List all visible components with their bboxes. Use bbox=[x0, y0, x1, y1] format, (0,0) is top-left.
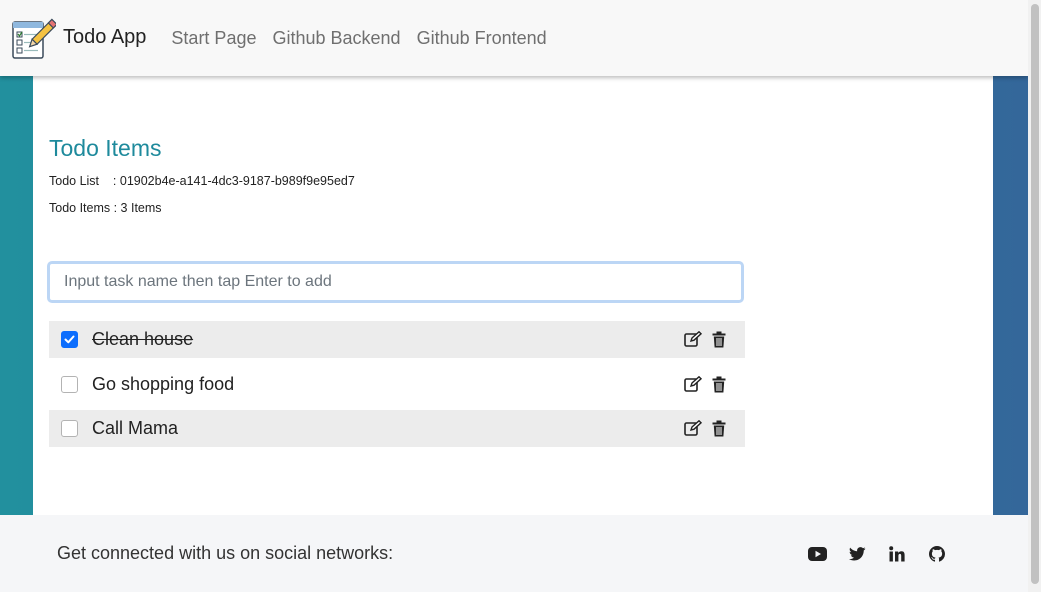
nav-links: Start Page Github Backend Github Fronten… bbox=[171, 28, 562, 49]
github-icon[interactable] bbox=[926, 543, 948, 565]
todo-items-count: Todo Items : 3 Items bbox=[49, 201, 162, 215]
linkedin-icon[interactable] bbox=[886, 543, 908, 565]
trash-icon[interactable] bbox=[709, 330, 729, 350]
edit-icon[interactable] bbox=[683, 374, 703, 394]
page-scrollbar[interactable] bbox=[1028, 0, 1041, 592]
todo-actions bbox=[677, 321, 729, 358]
edit-icon[interactable] bbox=[683, 330, 703, 350]
todo-item: Go shopping food bbox=[49, 365, 745, 403]
todo-item-text: Call Mama bbox=[92, 418, 179, 438]
todo-list-id: Todo List : 01902b4e-a141-4dc3-9187-b989… bbox=[49, 174, 355, 188]
todo-actions bbox=[677, 410, 729, 447]
todo-notepad-pencil-icon bbox=[10, 15, 58, 61]
todo-item: Clean house bbox=[49, 321, 745, 358]
todo-checkbox[interactable] bbox=[61, 375, 78, 393]
todo-checkbox[interactable] bbox=[61, 420, 78, 437]
main-content: Todo Items Todo List : 01902b4e-a141-4dc… bbox=[33, 76, 993, 515]
nav-link-start-page[interactable]: Start Page bbox=[171, 28, 256, 49]
task-name-input[interactable] bbox=[47, 261, 744, 303]
brand[interactable]: Todo App bbox=[10, 15, 146, 61]
youtube-icon[interactable] bbox=[806, 543, 828, 565]
scrollbar-thumb[interactable] bbox=[1031, 4, 1039, 584]
trash-icon[interactable] bbox=[709, 419, 729, 439]
social-links bbox=[806, 515, 966, 592]
brand-name: Todo App bbox=[63, 25, 147, 48]
todo-item: Call Mama bbox=[49, 410, 745, 447]
todo-checkbox[interactable] bbox=[61, 331, 78, 348]
footer-text: Get connected with us on social networks… bbox=[57, 543, 394, 563]
nav-link-github-frontend[interactable]: Github Frontend bbox=[417, 28, 547, 49]
todo-item-text: Go shopping food bbox=[92, 373, 235, 394]
navbar: Todo App Start Page Github Backend Githu… bbox=[0, 0, 1028, 76]
todo-list: Clean house Go shopping food Call Mama bbox=[49, 321, 745, 454]
nav-link-github-backend[interactable]: Github Backend bbox=[272, 28, 400, 49]
page-title: Todo Items bbox=[49, 135, 162, 161]
trash-icon[interactable] bbox=[709, 374, 729, 394]
edit-icon[interactable] bbox=[683, 419, 703, 439]
checkmark-icon bbox=[64, 335, 75, 344]
twitter-icon[interactable] bbox=[846, 543, 868, 565]
footer: Get connected with us on social networks… bbox=[0, 515, 1028, 592]
todo-actions bbox=[677, 365, 729, 403]
todo-item-text: Clean house bbox=[92, 329, 194, 349]
